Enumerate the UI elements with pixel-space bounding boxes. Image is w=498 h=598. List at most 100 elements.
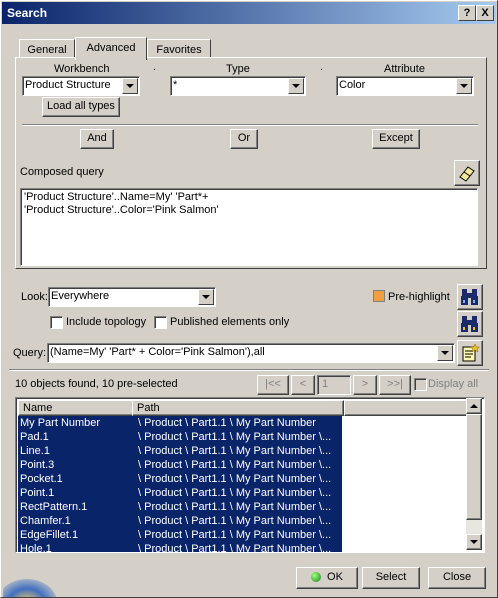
tab-general[interactable]: General — [19, 39, 75, 58]
composed-query-label: Composed query — [20, 166, 104, 178]
composed-query-text[interactable]: 'Product Structure'..Name=My' 'Part*+ 'P… — [20, 188, 478, 266]
table-row[interactable]: Line.1 \ Product \ Part1.1 \ My Part Numb… — [18, 444, 342, 458]
load-all-types-button[interactable]: Load all types — [42, 97, 120, 117]
last-page-button[interactable]: >>| — [379, 375, 411, 395]
attribute-combo[interactable]: Color — [336, 76, 474, 96]
ok-button[interactable]: OK — [296, 567, 358, 589]
first-page-button[interactable]: |<< — [257, 375, 289, 395]
eraser-button[interactable] — [454, 160, 480, 186]
row-name: Chamfer.1 — [20, 515, 71, 527]
row-path: \ Product \ Part1.1 \ My Part Number \..… — [138, 473, 332, 485]
close-button[interactable]: Close — [428, 567, 486, 589]
binoculars-icon — [461, 316, 478, 332]
column-header-path[interactable]: Path — [132, 400, 344, 416]
scroll-up-button[interactable] — [466, 398, 482, 414]
attribute-value: Color — [339, 79, 366, 91]
row-name: My Part Number — [20, 417, 101, 429]
or-button[interactable]: Or — [230, 129, 258, 149]
published-only-checkbox[interactable] — [154, 316, 167, 329]
table-row[interactable]: Hole.1 \ Product \ Part1.1 \ My Part Numb… — [18, 542, 342, 553]
row-name: Pad.1 — [20, 431, 49, 443]
select-button[interactable]: Select — [362, 567, 420, 589]
type-label: Type — [226, 63, 250, 75]
tab-advanced[interactable]: Advanced — [75, 37, 147, 60]
table-row[interactable]: Chamfer.1 \ Product \ Part1.1 \ My Part N… — [18, 514, 342, 528]
scroll-down-button[interactable] — [466, 534, 482, 550]
composed-query-line-2: 'Product Structure'..Color='Pink Salmon' — [24, 204, 219, 216]
chevron-down-icon[interactable] — [288, 78, 304, 94]
table-row[interactable]: My Part Number \ Product \ Part1.1 \ My P… — [18, 416, 342, 430]
results-list[interactable]: Name Path My Part Number \ Product \ Part… — [15, 397, 485, 553]
search-button[interactable] — [457, 284, 483, 310]
row-path: \ Product \ Part1.1 \ My Part Number — [138, 417, 316, 429]
help-button[interactable]: ? — [458, 5, 476, 21]
look-value: Everywhere — [51, 290, 110, 302]
close-window-button[interactable]: X — [476, 5, 494, 21]
scroll-thumb[interactable] — [466, 414, 482, 520]
add-favorite-button[interactable] — [457, 340, 483, 366]
table-row[interactable]: EdgeFillet.1 \ Product \ Part1.1 \ My Par… — [18, 528, 342, 542]
published-only-label: Published elements only — [170, 316, 290, 328]
row-name: Point.3 — [20, 459, 55, 471]
search-dialog: Search ? X General Advanced Favorites Wo… — [0, 0, 498, 598]
column-header-empty — [344, 400, 468, 416]
type-combo[interactable]: * — [170, 76, 306, 96]
row-name: Point.1 — [20, 487, 55, 499]
separator-dot: . — [320, 61, 324, 73]
workbench-combo[interactable]: Product Structure — [22, 76, 140, 96]
scrollbar[interactable] — [466, 398, 482, 550]
workbench-label: Workbench — [54, 63, 110, 75]
attribute-label: Attribute — [384, 63, 425, 75]
ok-label: OK — [327, 571, 343, 583]
row-name: Pocket.1 — [20, 473, 63, 485]
workbench-value: Product Structure — [25, 79, 111, 91]
and-button[interactable]: And — [80, 129, 114, 149]
table-row[interactable]: Point.1 \ Product \ Part1.1 \ My Part Num… — [18, 486, 342, 500]
prehighlight-label: Pre-highlight — [388, 291, 450, 303]
window-title: Search — [7, 6, 48, 20]
search-select-button[interactable] — [457, 311, 483, 337]
next-page-button[interactable]: > — [353, 375, 377, 395]
page-number-field[interactable]: 1 — [317, 375, 351, 395]
chevron-down-icon[interactable] — [437, 345, 453, 361]
eraser-icon — [459, 166, 475, 182]
chevron-down-icon[interactable] — [122, 78, 138, 94]
include-topology-checkbox[interactable] — [50, 316, 63, 329]
row-name: Line.1 — [20, 445, 50, 457]
favorite-notepad-icon — [462, 343, 481, 362]
row-name: RectPattern.1 — [20, 501, 88, 513]
row-path: \ Product \ Part1.1 \ My Part Number \..… — [138, 515, 332, 527]
look-label: Look: — [21, 291, 48, 303]
include-topology-label: Include topology — [66, 316, 147, 328]
row-path: \ Product \ Part1.1 \ My Part Number \..… — [138, 529, 332, 541]
type-value: * — [173, 79, 178, 91]
advanced-panel: Workbench . Type . Attribute Product Str… — [15, 57, 487, 269]
query-label: Query: — [13, 347, 47, 359]
composed-query-line-1: 'Product Structure'..Name=My' 'Part*+ — [24, 191, 209, 203]
look-combo[interactable]: Everywhere — [48, 287, 216, 307]
table-row[interactable]: Pad.1 \ Product \ Part1.1 \ My Part Numbe… — [18, 430, 342, 444]
row-path: \ Product \ Part1.1 \ My Part Number \..… — [138, 459, 332, 471]
row-path: \ Product \ Part1.1 \ My Part Number \..… — [138, 431, 332, 443]
green-ball-icon — [311, 572, 322, 583]
title-bar[interactable]: Search ? X — [2, 2, 496, 24]
query-combo[interactable]: (Name=My' 'Part* + Color='Pink Salmon'),… — [47, 343, 455, 363]
column-header-name[interactable]: Name — [18, 400, 134, 416]
display-all-checkbox[interactable] — [414, 378, 427, 391]
page-number-value: 1 — [322, 378, 329, 390]
except-button[interactable]: Except — [372, 129, 420, 149]
table-row[interactable]: Pocket.1 \ Product \ Part1.1 \ My Part Nu… — [18, 472, 342, 486]
divider — [22, 124, 478, 126]
table-row[interactable]: RectPattern.1 \ Product \ Part1.1 \ My Pa… — [18, 500, 342, 514]
tab-favorites[interactable]: Favorites — [147, 39, 211, 58]
prehighlight-checkbox[interactable] — [373, 290, 385, 302]
row-path: \ Product \ Part1.1 \ My Part Number \..… — [138, 487, 332, 499]
prev-page-button[interactable]: < — [291, 375, 315, 395]
chevron-down-icon[interactable] — [456, 78, 472, 94]
row-path: \ Product \ Part1.1 \ My Part Number \..… — [138, 543, 332, 553]
row-path: \ Product \ Part1.1 \ My Part Number \..… — [138, 501, 332, 513]
divider — [9, 369, 489, 371]
arrow-up-icon — [470, 404, 478, 408]
table-row[interactable]: Point.3 \ Product \ Part1.1 \ My Part Num… — [18, 458, 342, 472]
chevron-down-icon[interactable] — [198, 289, 214, 305]
